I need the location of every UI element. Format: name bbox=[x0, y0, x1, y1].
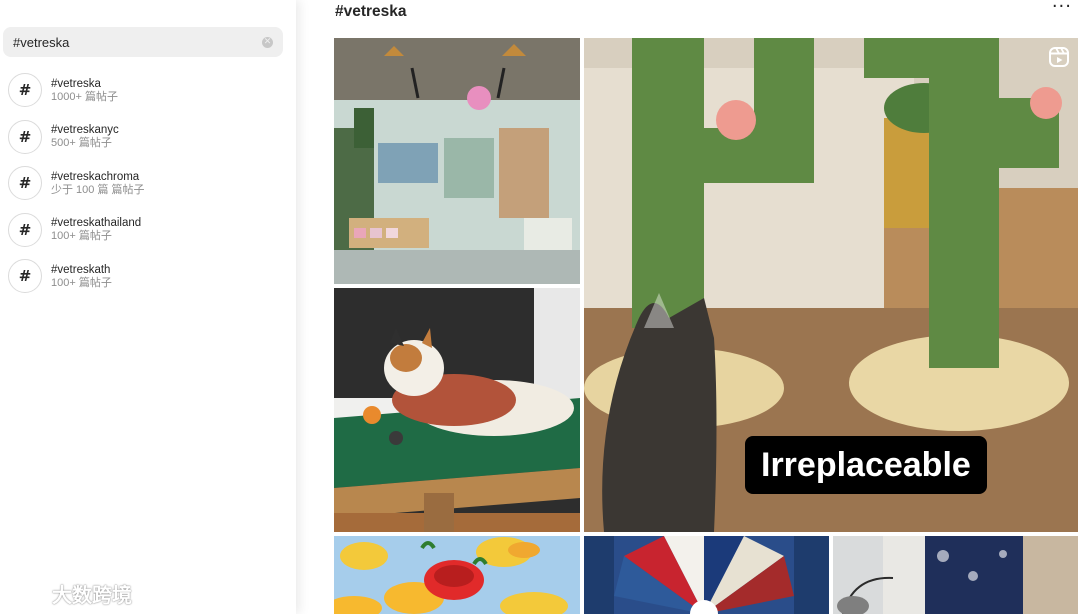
hashtag-icon: # bbox=[8, 259, 42, 294]
result-name: #vetreskath bbox=[51, 263, 111, 276]
post-thumbnail[interactable] bbox=[584, 536, 829, 614]
post-thumbnail[interactable] bbox=[833, 536, 1078, 614]
post-thumbnail[interactable] bbox=[334, 38, 580, 284]
page-title: #vetreska bbox=[335, 3, 407, 20]
result-count: 100+ 篇帖子 bbox=[51, 276, 112, 289]
pennants-photo bbox=[584, 536, 829, 614]
result-text: #vetreska 1000+ 篇帖子 bbox=[51, 77, 118, 104]
hashtag-icon: # bbox=[8, 166, 42, 201]
app-root: ✕ # #vetreska 1000+ 篇帖子 # #vetreskanyc 5… bbox=[0, 0, 1080, 614]
reels-icon bbox=[1049, 47, 1069, 67]
result-name: #vetreska bbox=[51, 77, 101, 90]
cat-pool-table-photo bbox=[334, 288, 580, 532]
storefront-photo bbox=[334, 38, 580, 284]
clear-circle-icon[interactable]: ✕ bbox=[262, 36, 273, 48]
hashtag-icon: # bbox=[8, 212, 42, 247]
result-count: 100+ 篇帖子 bbox=[51, 230, 112, 243]
search-result-item[interactable]: # #vetreskanyc 500+ 篇帖子 bbox=[0, 114, 296, 161]
post-thumbnail[interactable] bbox=[334, 288, 580, 532]
search-panel: ✕ # #vetreska 1000+ 篇帖子 # #vetreskanyc 5… bbox=[0, 0, 296, 614]
result-name: #vetreskathailand bbox=[51, 217, 142, 230]
result-count: 500+ 篇帖子 bbox=[51, 137, 112, 150]
post-thumbnail-reel[interactable]: Irreplaceable bbox=[584, 38, 1078, 532]
search-input[interactable] bbox=[13, 34, 262, 50]
result-count: 少于 100 篇 篇帖子 bbox=[51, 183, 145, 196]
result-count: 1000+ 篇帖子 bbox=[51, 90, 118, 103]
search-result-item[interactable]: # #vetreska 1000+ 篇帖子 bbox=[0, 67, 296, 114]
search-results: # #vetreska 1000+ 篇帖子 # #vetreskanyc 500… bbox=[0, 67, 296, 300]
result-text: #vetreskathailand 100+ 篇帖子 bbox=[51, 216, 141, 243]
result-name: #vetreskanyc bbox=[51, 124, 119, 137]
watermark-text: 大数跨境 bbox=[52, 584, 132, 607]
hashtag-icon: # bbox=[8, 119, 42, 154]
result-name: #vetreskachroma bbox=[51, 170, 140, 183]
search-result-item[interactable]: # #vetreskachroma 少于 100 篇 篇帖子 bbox=[0, 160, 296, 207]
result-text: #vetreskath 100+ 篇帖子 bbox=[51, 263, 112, 290]
watermark: 大数跨境 bbox=[8, 578, 132, 608]
hashtag-icon: # bbox=[8, 73, 42, 108]
room-lamp-photo bbox=[833, 536, 1078, 614]
result-text: #vetreskachroma 少于 100 篇 篇帖子 bbox=[51, 170, 145, 197]
hashtag-page: #vetreska ··· Irreplaceable bbox=[296, 0, 1080, 614]
search-result-item[interactable]: # #vetreskath 100+ 篇帖子 bbox=[0, 253, 296, 300]
pet-bowls-photo bbox=[334, 536, 580, 614]
result-text: #vetreskanyc 500+ 篇帖子 bbox=[51, 123, 119, 150]
search-box[interactable]: ✕ bbox=[3, 27, 283, 57]
watermark-logo-icon bbox=[10, 580, 46, 602]
more-options-icon[interactable]: ··· bbox=[1052, 0, 1072, 17]
search-result-item[interactable]: # #vetreskathailand 100+ 篇帖子 bbox=[0, 207, 296, 254]
reel-caption: Irreplaceable bbox=[745, 436, 987, 494]
post-thumbnail[interactable] bbox=[334, 536, 580, 614]
